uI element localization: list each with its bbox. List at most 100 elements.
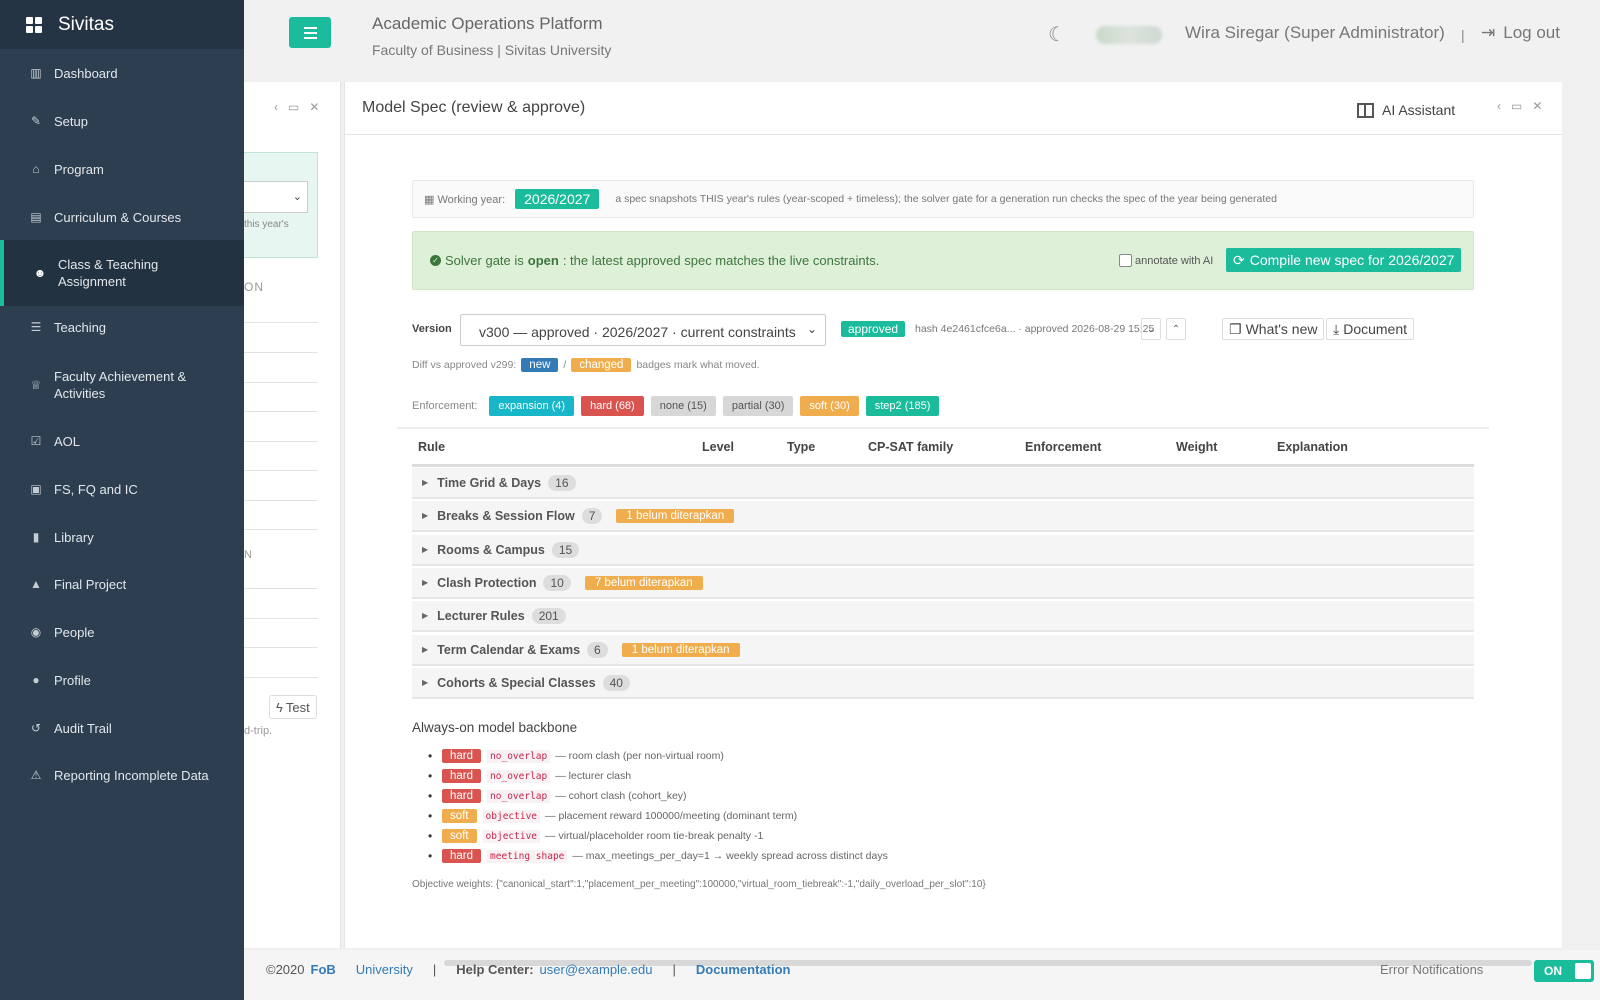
- version-value: v300 — approved · 2026/2027 · current co…: [479, 324, 796, 340]
- count-badge: 7: [581, 507, 603, 524]
- fob-link[interactable]: FoB: [311, 962, 336, 977]
- rule-group-row[interactable]: ▶ Clash Protection 10 7 belum diterapkan: [412, 568, 1474, 599]
- test-button[interactable]: ϟ Test: [269, 695, 317, 719]
- document-label: Document: [1343, 321, 1408, 337]
- rule-group-row[interactable]: ▶ Term Calendar & Exams 6 1 belum diterapka…: [412, 635, 1474, 666]
- rule-group-row[interactable]: ▶ Lecturer Rules 201: [412, 601, 1474, 632]
- enforcement-filter-badge[interactable]: none (15): [650, 396, 716, 416]
- error-notifications-toggle[interactable]: ON: [1534, 960, 1594, 982]
- document-button[interactable]: ⤓ Document: [1326, 318, 1415, 340]
- maximize-icon[interactable]: ▭: [288, 100, 299, 114]
- refresh-icon: ⟳: [1233, 251, 1245, 268]
- sidebar-item-aol[interactable]: ☑ AOL: [0, 428, 244, 454]
- brand[interactable]: Sivitas: [0, 0, 244, 49]
- column-header[interactable]: Rule: [418, 440, 445, 454]
- group-name: Cohorts & Special Classes: [437, 675, 596, 690]
- dark-mode-moon-icon[interactable]: ☾: [1048, 22, 1066, 47]
- expand-all-button[interactable]: ⌄: [1141, 318, 1161, 340]
- check-square-icon: ☑: [30, 434, 42, 448]
- ai-assistant-button[interactable]: AI Assistant: [1357, 102, 1455, 118]
- angles-up-icon: ⌃: [1171, 323, 1181, 335]
- solver-gate-alert: ✓ Solver gate is open: the latest approv…: [412, 231, 1474, 290]
- enforcement-filter-badge[interactable]: expansion (4): [489, 396, 575, 416]
- column-header[interactable]: Level: [702, 440, 734, 454]
- copy-icon: ❐: [1229, 320, 1242, 337]
- changed-badge: changed: [571, 358, 632, 372]
- rule-group-row[interactable]: ▶ Cohorts & Special Classes 40: [412, 668, 1474, 699]
- bar-chart-icon: ▥: [30, 66, 42, 80]
- whats-new-button[interactable]: ❐ What's new: [1222, 318, 1325, 340]
- column-header[interactable]: Enforcement: [1025, 440, 1101, 454]
- compile-spec-button[interactable]: ⟳ Compile new spec for 2026/2027: [1226, 248, 1462, 272]
- annotate-checkbox[interactable]: annotate with AI: [1119, 254, 1213, 267]
- sidebar-item-people[interactable]: ◉ People: [0, 619, 244, 645]
- sidebar-item-label: AOL: [54, 433, 81, 449]
- panel-title: Model Spec (review & approve): [362, 99, 586, 116]
- code-tag: objective: [482, 829, 541, 843]
- rule-group-row[interactable]: ▶ Time Grid & Days 16: [412, 468, 1474, 499]
- code-tag: no_overlap: [487, 769, 551, 783]
- left-panel-select[interactable]: ⌄: [244, 181, 308, 213]
- hamburger-menu-button[interactable]: [289, 17, 331, 48]
- user-name[interactable]: Wira Siregar (Super Administrator): [1185, 23, 1445, 43]
- group-name: Breaks & Session Flow: [437, 508, 575, 523]
- divider: [244, 411, 318, 412]
- divider: [244, 588, 318, 589]
- sidebar-item-final-project[interactable]: ▲ Final Project: [0, 571, 244, 597]
- close-icon[interactable]: ✕: [309, 100, 319, 114]
- chevron-left-icon[interactable]: ‹: [1497, 99, 1501, 113]
- sidebar-item-teaching[interactable]: ☰ Teaching: [0, 314, 244, 340]
- enforcement-filter-badge[interactable]: step2 (185): [865, 396, 940, 416]
- help-email-link[interactable]: user@example.edu: [540, 962, 653, 977]
- sidebar-item-faculty-achievement-activities[interactable]: ♕ Faculty Achievement & Activities: [0, 362, 244, 408]
- documentation-link[interactable]: Documentation: [696, 962, 791, 977]
- column-header[interactable]: Explanation: [1277, 440, 1348, 454]
- close-icon[interactable]: ✕: [1532, 99, 1542, 113]
- logout-button[interactable]: ⇥ Log out: [1481, 23, 1560, 43]
- sidebar-item-audit-trail[interactable]: ↺ Audit Trail: [0, 715, 244, 741]
- sidebar-item-dashboard[interactable]: ▥ Dashboard: [0, 60, 244, 86]
- sidebar-item-library[interactable]: ▮ Library: [0, 524, 244, 550]
- divider: [244, 529, 318, 530]
- sidebar-item-label: Class & Teaching Assignment: [58, 257, 159, 289]
- enforcement-filter-badge[interactable]: hard (68): [581, 396, 644, 416]
- checkbox[interactable]: [1119, 254, 1132, 267]
- copyright: ©2020: [266, 962, 305, 977]
- caret-right-icon: ▶: [422, 511, 429, 520]
- list-item: hard no_overlap — cohort clash (cohort_key…: [428, 786, 888, 806]
- working-year-badge: 2026/2027: [515, 189, 600, 209]
- sidebar-item-profile[interactable]: ● Profile: [0, 667, 244, 693]
- bolt-icon: ϟ: [276, 699, 283, 715]
- enforcement-filter-badge[interactable]: partial (30): [722, 396, 794, 416]
- sidebar-item-reporting-incomplete-data[interactable]: ⚠ Reporting Incomplete Data: [0, 762, 244, 788]
- rule-group-row[interactable]: ▶ Rooms & Campus 15: [412, 535, 1474, 566]
- column-header[interactable]: Type: [787, 440, 815, 454]
- caret-right-icon: ▶: [422, 545, 429, 554]
- rule-group-row[interactable]: ▶ Breaks & Session Flow 7 1 belum diterapka…: [412, 501, 1474, 532]
- apps-grid-icon: [26, 16, 42, 33]
- user-circle-icon: ◉: [30, 625, 42, 639]
- sidebar-item-program[interactable]: ⌂ Program: [0, 156, 244, 182]
- chevron-down-icon: ⌄: [806, 322, 817, 336]
- version-select[interactable]: v300 — approved · 2026/2027 · current co…: [460, 314, 826, 346]
- sidebar-item-curriculum-courses[interactable]: ▤ Curriculum & Courses: [0, 204, 244, 230]
- left-panel-controls: ‹ ▭ ✕: [274, 100, 319, 114]
- collapse-all-button[interactable]: ⌃: [1166, 318, 1186, 340]
- maximize-icon[interactable]: ▭: [1511, 99, 1522, 113]
- sidebar-item-fs-fq-and-ic[interactable]: ▣ FS, FQ and IC: [0, 476, 244, 502]
- sidebar-item-class-teaching-assignment[interactable]: ☻ Class & Teaching Assignment: [0, 240, 244, 306]
- user-icon: ●: [32, 673, 40, 687]
- avatar[interactable]: [1096, 26, 1162, 44]
- university-link[interactable]: University: [356, 962, 413, 977]
- count-badge: 16: [548, 474, 576, 491]
- chevron-left-icon[interactable]: ‹: [274, 100, 278, 114]
- check-circle-icon: ✓: [430, 255, 441, 266]
- sidebar-item-label: Audit Trail: [54, 720, 112, 736]
- history-icon: ↺: [30, 721, 42, 735]
- column-header[interactable]: Weight: [1176, 440, 1217, 454]
- book-open-icon: [1357, 102, 1374, 118]
- enforcement-filter-badge[interactable]: soft (30): [800, 396, 859, 416]
- column-header[interactable]: CP-SAT family: [868, 440, 953, 454]
- group-name: Rooms & Campus: [437, 542, 545, 557]
- sidebar-item-setup[interactable]: ✎ Setup: [0, 108, 244, 134]
